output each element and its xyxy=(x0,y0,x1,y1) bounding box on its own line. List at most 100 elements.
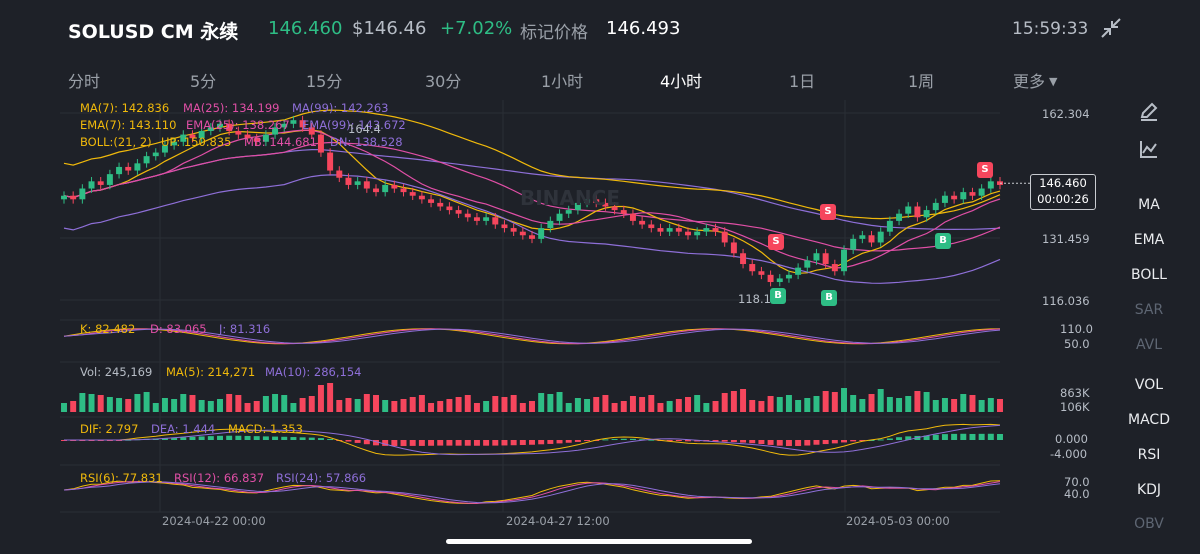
macd-bar xyxy=(345,440,352,442)
volume-bar xyxy=(235,395,242,412)
volume-bar xyxy=(116,398,123,412)
volume-bar xyxy=(905,396,912,412)
pencil-icon[interactable] xyxy=(1104,100,1194,127)
volume-bar xyxy=(455,397,462,412)
chart-line-icon[interactable] xyxy=(1104,138,1194,165)
volume-bar xyxy=(317,385,324,412)
macd-dif-label: DIF: 2.797 xyxy=(80,422,139,436)
volume-bar xyxy=(914,391,921,412)
volume-bar xyxy=(666,401,673,412)
macd-bar xyxy=(932,434,939,440)
macd-bar xyxy=(308,437,315,440)
volume-bar xyxy=(712,401,719,412)
candle-body xyxy=(373,188,379,193)
candle-body xyxy=(428,199,435,203)
candle-body xyxy=(767,274,774,283)
candle-body xyxy=(79,188,86,200)
indicator-ma[interactable]: MA xyxy=(1104,197,1194,213)
candle-body xyxy=(675,228,682,232)
indicator-avl[interactable]: AVL xyxy=(1104,337,1194,353)
candle-body xyxy=(473,217,480,221)
candle-body xyxy=(685,231,691,236)
kdj-d-label: D: 83.065 xyxy=(150,322,207,336)
macd-bar xyxy=(428,440,435,446)
indicator-rsi[interactable]: RSI xyxy=(1104,447,1194,463)
macd-dea-label: DEA: 1.444 xyxy=(151,422,216,436)
candle-body xyxy=(657,228,664,232)
volume-bar xyxy=(896,398,903,412)
buy-signal-tag[interactable]: B xyxy=(821,290,837,306)
indicator-sar[interactable]: SAR xyxy=(1104,302,1194,318)
volume-bar xyxy=(262,396,269,412)
macd-bar xyxy=(896,437,903,440)
macd-bar xyxy=(198,436,205,440)
indicator-macd[interactable]: MACD xyxy=(1104,412,1194,428)
chart-area[interactable] xyxy=(0,0,1100,554)
candle-body xyxy=(877,231,884,243)
high-annotation: 164.4 xyxy=(348,122,381,136)
buy-signal-tag[interactable]: B xyxy=(935,233,951,249)
volume-bar xyxy=(492,396,499,412)
volume-bar xyxy=(804,398,811,412)
macd-bar xyxy=(437,440,444,446)
macd-bar xyxy=(189,436,196,440)
macd-axis-label: -4.000 xyxy=(1050,447,1088,461)
macd-bar xyxy=(299,437,306,440)
candle-body xyxy=(409,192,416,196)
volume-bar xyxy=(61,403,67,412)
countdown-value: 00:00:26 xyxy=(1037,192,1089,206)
candle-body xyxy=(923,210,930,218)
macd-bar xyxy=(749,440,756,444)
candle-body xyxy=(354,181,361,185)
candle-body xyxy=(721,231,728,243)
sell-signal-tag[interactable]: S xyxy=(820,204,836,220)
candle-body xyxy=(804,260,811,268)
candle-body xyxy=(960,192,967,200)
candle-body xyxy=(345,177,352,185)
boll-params-label: BOLL:(21, 2) xyxy=(80,135,152,149)
volume-bar xyxy=(446,399,453,412)
macd-bar xyxy=(758,440,765,445)
volume-bar xyxy=(932,400,939,412)
indicator-obv[interactable]: OBV xyxy=(1104,516,1194,530)
candle-body xyxy=(363,181,370,189)
candle-body xyxy=(629,213,636,221)
macd-bar xyxy=(547,440,554,444)
candle-body xyxy=(134,163,141,171)
macd-bar xyxy=(740,440,747,443)
candle-body xyxy=(556,213,563,221)
indicator-boll[interactable]: BOLL xyxy=(1104,267,1194,283)
macd-bar xyxy=(501,440,508,446)
macd-bar xyxy=(446,440,453,446)
candle-body xyxy=(152,152,159,157)
macd-bar xyxy=(969,433,976,440)
macd-bar xyxy=(611,438,618,440)
candle-body xyxy=(61,195,67,200)
indicator-vol[interactable]: VOL xyxy=(1104,377,1194,393)
candle-body xyxy=(446,206,453,211)
sell-signal-tag[interactable]: S xyxy=(768,234,784,250)
macd-bar xyxy=(813,440,820,445)
volume-bar xyxy=(629,396,636,412)
volume-bar xyxy=(391,401,398,412)
volume-bar xyxy=(611,403,618,412)
macd-bar xyxy=(327,439,334,441)
candle-body xyxy=(868,235,875,243)
collapse-arrows-icon[interactable] xyxy=(1098,15,1124,41)
sell-signal-tag[interactable]: S xyxy=(977,162,993,178)
candle-body xyxy=(841,249,847,272)
macd-bar xyxy=(822,440,829,445)
ma7-label: MA(7): 142.836 xyxy=(80,101,170,115)
volume-bar xyxy=(997,399,1003,412)
indicator-kdj[interactable]: KDJ xyxy=(1104,482,1194,498)
candle-body xyxy=(886,220,893,232)
buy-signal-tag[interactable]: B xyxy=(770,288,786,304)
candle-body xyxy=(694,231,701,236)
indicator-ema[interactable]: EMA xyxy=(1104,232,1194,248)
volume-bar xyxy=(437,401,444,412)
macd-bar xyxy=(730,440,737,443)
volume-bar xyxy=(767,396,774,412)
kdj-j-label: J: 81.316 xyxy=(219,322,271,336)
volume-bar xyxy=(409,397,416,412)
vol-ma5-label: MA(5): 214,271 xyxy=(166,365,256,379)
